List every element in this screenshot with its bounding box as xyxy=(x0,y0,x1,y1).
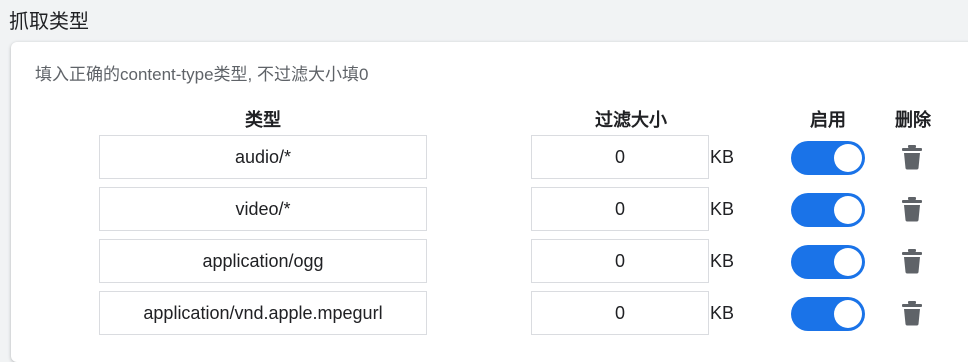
type-input[interactable] xyxy=(99,135,427,179)
type-row: KB xyxy=(11,187,968,233)
header-type: 类型 xyxy=(245,110,281,130)
hint-text: 填入正确的content-type类型, 不过滤大小填0 xyxy=(35,65,369,84)
toggle-knob xyxy=(834,144,862,172)
type-input[interactable] xyxy=(99,239,427,283)
section-title: 抓取类型 xyxy=(9,11,89,33)
size-input[interactable] xyxy=(531,291,709,335)
enabled-toggle[interactable] xyxy=(791,141,865,175)
type-input[interactable] xyxy=(99,291,427,335)
enabled-toggle[interactable] xyxy=(791,193,865,227)
enabled-toggle[interactable] xyxy=(791,297,865,331)
content-type-card: 填入正确的content-type类型, 不过滤大小填0 类型 过滤大小 启用 … xyxy=(11,42,968,362)
trash-icon[interactable] xyxy=(901,248,923,274)
toggle-knob xyxy=(834,196,862,224)
type-row: KB xyxy=(11,239,968,285)
unit-label: KB xyxy=(710,251,735,271)
header-delete: 删除 xyxy=(895,110,931,130)
header-filter-size: 过滤大小 xyxy=(595,110,667,130)
enabled-toggle[interactable] xyxy=(791,245,865,279)
unit-label: KB xyxy=(710,199,735,219)
unit-label: KB xyxy=(710,147,735,167)
trash-icon[interactable] xyxy=(901,196,923,222)
type-row: KB xyxy=(11,291,968,337)
type-row: KB xyxy=(11,135,968,181)
trash-icon[interactable] xyxy=(901,144,923,170)
toggle-knob xyxy=(834,300,862,328)
size-input[interactable] xyxy=(531,239,709,283)
trash-icon[interactable] xyxy=(901,300,923,326)
size-input[interactable] xyxy=(531,187,709,231)
unit-label: KB xyxy=(710,303,735,323)
size-input[interactable] xyxy=(531,135,709,179)
type-input[interactable] xyxy=(99,187,427,231)
toggle-knob xyxy=(834,248,862,276)
header-enabled: 启用 xyxy=(810,110,846,130)
